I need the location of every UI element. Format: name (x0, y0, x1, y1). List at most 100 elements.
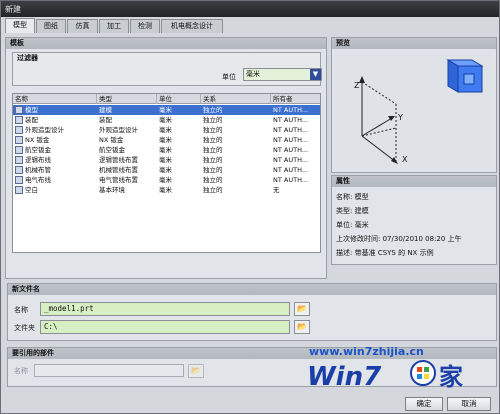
tab-simulation[interactable]: 仿真 (67, 19, 98, 33)
cell-owner: NT AUTH... (273, 126, 309, 134)
folder-open-icon[interactable]: 📂 (294, 302, 310, 316)
cell-type: 电气管线布置 (99, 176, 138, 184)
csys-preview-image: Z Y X (336, 52, 492, 168)
cell-type: NX 钣金 (99, 136, 124, 144)
cell-name: NX 钣金 (25, 136, 50, 144)
col-name[interactable]: 名称 (13, 94, 97, 104)
cell-name: 装配 (25, 116, 38, 124)
cell-owner: NT AUTH... (273, 166, 309, 174)
tab-drawing[interactable]: 图纸 (36, 19, 66, 33)
cell-type: 装配 (99, 116, 112, 124)
watermark: www.win7zhijia.cn Win7 家 (301, 343, 497, 393)
template-file-icon (15, 166, 23, 174)
chevron-down-icon[interactable]: ▼ (310, 69, 321, 80)
cell-relation: 独立的 (203, 146, 223, 154)
cell-type: 外观造型设计 (99, 126, 138, 134)
folder-input[interactable]: C:\ (40, 320, 290, 334)
windows-logo-icon (410, 360, 436, 386)
template-row[interactable]: 机械布管 机械管线布置 毫米 独立的 NT AUTH... (13, 165, 320, 175)
model-cube-icon (446, 59, 484, 93)
template-file-icon (15, 136, 23, 144)
cell-name: 逻辑布线 (25, 156, 51, 164)
prop-modified: 上次修改时间: 07/30/2010 08:20 上午 (336, 235, 462, 243)
cell-type: 基本环境 (99, 186, 125, 194)
cell-owner: 无 (273, 186, 280, 194)
watermark-url: www.win7zhijia.cn (309, 345, 424, 358)
template-row[interactable]: 空白 基本环境 毫米 独立的 无 (13, 185, 320, 195)
templates-title: 模板 (6, 38, 326, 49)
cell-name: 电气布线 (25, 176, 51, 184)
preview-title: 预览 (332, 38, 496, 49)
templates-panel: 模板 过滤器 单位 毫米 ▼ 名称 类型 单位 关系 所有者 模型 建模 毫米 独立的… (5, 37, 327, 279)
cell-type: 建模 (99, 106, 112, 114)
browse-folder-icon[interactable]: 📂 (294, 320, 310, 334)
prop-unit: 单位: 毫米 (336, 221, 369, 229)
cell-owner: NT AUTH... (273, 116, 309, 124)
cell-relation: 独立的 (203, 126, 223, 134)
watermark-logo: www.win7zhijia.cn Win7 家 (307, 345, 463, 392)
templates-table: 名称 类型 单位 关系 所有者 模型 建模 毫米 独立的 NT AUTH... 装配 装配毫… (12, 93, 321, 253)
template-row[interactable]: 逻辑布线 逻辑管线布置 毫米 独立的 NT AUTH... (13, 155, 320, 165)
preview-panel: 预览 Z Y X (331, 37, 497, 173)
title-bar: 新建 (1, 1, 499, 17)
cell-relation: 独立的 (203, 176, 223, 184)
filter-title: 过滤器 (17, 54, 38, 62)
new-file-panel: 新文件名 名称 _model1.prt 📂 文件夹 C:\ 📂 (7, 283, 497, 341)
cell-relation: 独立的 (203, 116, 223, 124)
unit-value: 毫米 (246, 70, 260, 78)
cell-relation: 独立的 (203, 136, 223, 144)
properties-panel: 属性 名称: 模型 类型: 建模 单位: 毫米 上次修改时间: 07/30/20… (331, 175, 497, 265)
ref-name-input (34, 364, 184, 377)
folder-label: 文件夹 (14, 324, 35, 332)
watermark-suffix: 家 (439, 363, 463, 391)
template-row[interactable]: NX 钣金 NX 钣金 毫米 独立的 NT AUTH... (13, 135, 320, 145)
col-relation[interactable]: 关系 (201, 94, 271, 104)
template-row[interactable]: 模型 建模 毫米 独立的 NT AUTH... (13, 105, 320, 115)
template-file-icon (15, 156, 23, 164)
col-unit[interactable]: 单位 (157, 94, 201, 104)
axis-x-label: X (402, 155, 408, 164)
preview-area: Z Y X (336, 52, 492, 168)
cell-name: 模型 (25, 106, 38, 114)
unit-label: 单位 (222, 73, 236, 81)
col-owner[interactable]: 所有者 (271, 94, 320, 104)
template-file-icon (15, 116, 23, 124)
tab-mechatronics[interactable]: 机电概念设计 (161, 19, 223, 33)
file-name-input[interactable]: _model1.prt (40, 302, 290, 316)
template-row[interactable]: 外观造型设计 外观造型设计 毫米 独立的 NT AUTH... (13, 125, 320, 135)
tab-manufacturing[interactable]: 加工 (99, 19, 129, 33)
template-file-icon (15, 176, 23, 184)
ok-button[interactable]: 确定 (405, 397, 443, 411)
template-row[interactable]: 电气布线 电气管线布置 毫米 独立的 NT AUTH... (13, 175, 320, 185)
cell-unit: 毫米 (159, 176, 172, 184)
cell-type: 逻辑管线布置 (99, 156, 138, 164)
template-row[interactable]: 装配 装配 毫米 独立的 NT AUTH... (13, 115, 320, 125)
table-header: 名称 类型 单位 关系 所有者 (13, 94, 320, 104)
watermark-logo-text: Win7 (307, 362, 382, 392)
cell-unit: 毫米 (159, 146, 172, 154)
col-type[interactable]: 类型 (97, 94, 157, 104)
template-file-icon (15, 146, 23, 154)
cell-unit: 毫米 (159, 126, 172, 134)
prop-type: 类型: 建模 (336, 207, 369, 215)
tab-inspection[interactable]: 检测 (130, 19, 160, 33)
cell-name: 机械布管 (25, 166, 51, 174)
cell-unit: 毫米 (159, 156, 172, 164)
tab-model[interactable]: 模型 (5, 18, 35, 33)
axis-y-label: Y (397, 113, 403, 122)
template-row[interactable]: 航空钣金 航空钣金 毫米 独立的 NT AUTH... (13, 145, 320, 155)
unit-select[interactable]: 毫米 ▼ (243, 68, 322, 81)
properties-title: 属性 (332, 176, 496, 187)
cell-type: 航空钣金 (99, 146, 125, 154)
cell-unit: 毫米 (159, 106, 172, 114)
cell-relation: 独立的 (203, 166, 223, 174)
ref-browse-icon: 📂 (188, 364, 204, 378)
cell-name: 空白 (25, 186, 38, 194)
prop-name: 名称: 模型 (336, 193, 369, 201)
cell-owner: NT AUTH... (273, 106, 309, 114)
cell-owner: NT AUTH... (273, 176, 309, 184)
cancel-button[interactable]: 取消 (447, 397, 491, 411)
cell-owner: NT AUTH... (273, 156, 309, 164)
cell-type: 机械管线布置 (99, 166, 138, 174)
name-label: 名称 (14, 306, 28, 314)
